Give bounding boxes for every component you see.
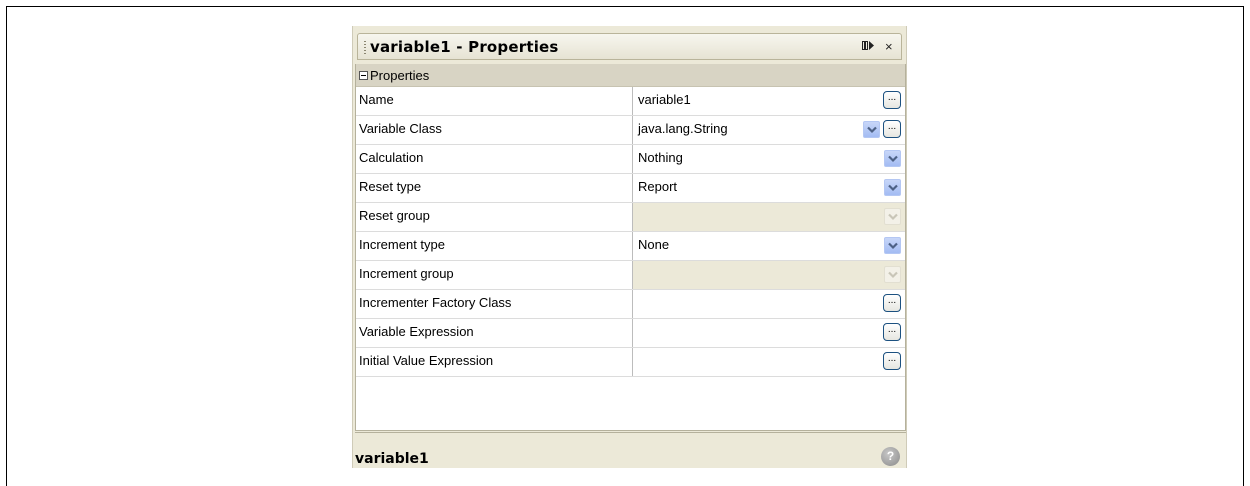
property-name: Incrementer Factory Class <box>356 290 633 318</box>
property-value[interactable]: java.lang.String... <box>633 116 905 144</box>
property-row[interactable]: Increment type None <box>356 232 905 261</box>
property-name: Name <box>356 87 633 115</box>
property-row[interactable]: Variable Expression... <box>356 319 905 348</box>
help-icon[interactable]: ? <box>881 447 900 466</box>
close-icon[interactable]: × <box>885 39 893 54</box>
property-name: Variable Expression <box>356 319 633 347</box>
property-name: Reset type <box>356 174 633 202</box>
property-row[interactable]: Initial Value Expression... <box>356 348 905 377</box>
chevron-down-icon <box>884 208 901 225</box>
ellipsis-button[interactable]: ... <box>883 294 901 312</box>
property-sheet: Properties Name variable1... Variable Clas… <box>355 64 906 431</box>
property-value[interactable]: Report <box>633 174 905 202</box>
property-row[interactable]: Name variable1... <box>356 87 905 116</box>
property-row[interactable]: Reset type Report <box>356 174 905 203</box>
chevron-down-icon[interactable] <box>884 179 901 196</box>
property-name: Calculation <box>356 145 633 173</box>
description-area: variable1 ? <box>355 432 906 468</box>
property-row[interactable]: Increment group <box>356 261 905 290</box>
grip-icon[interactable] <box>364 41 366 54</box>
property-value <box>633 261 905 289</box>
description-title: variable1 <box>355 451 429 467</box>
chevron-down-icon[interactable] <box>884 150 901 167</box>
property-row[interactable]: Reset group <box>356 203 905 232</box>
property-value-text: variable1 <box>638 92 691 107</box>
property-value[interactable]: variable1... <box>633 87 905 115</box>
panel-titlebar[interactable]: variable1 - Properties × <box>357 33 902 60</box>
property-name: Increment group <box>356 261 633 289</box>
chevron-down-icon <box>884 266 901 283</box>
property-value-text: None <box>638 237 670 252</box>
property-value-text: Nothing <box>638 150 683 165</box>
category-label: Properties <box>370 67 430 83</box>
property-value[interactable]: None <box>633 232 905 260</box>
property-value-text: Report <box>638 179 678 194</box>
chevron-down-icon[interactable] <box>884 237 901 254</box>
panel-title: variable1 - Properties <box>370 38 559 56</box>
ellipsis-button[interactable]: ... <box>883 91 901 109</box>
dock-icon[interactable] <box>862 40 875 54</box>
property-value-text: java.lang.String <box>638 121 728 136</box>
property-row[interactable]: Incrementer Factory Class... <box>356 290 905 319</box>
property-row[interactable]: Calculation Nothing <box>356 145 905 174</box>
property-value[interactable]: ... <box>633 290 905 318</box>
chevron-down-icon[interactable] <box>863 121 880 138</box>
property-value[interactable]: Nothing <box>633 145 905 173</box>
property-value[interactable]: ... <box>633 319 905 347</box>
collapse-icon[interactable] <box>359 70 368 80</box>
ellipsis-button[interactable]: ... <box>883 120 901 138</box>
property-name: Initial Value Expression <box>356 348 633 376</box>
property-value[interactable]: ... <box>633 348 905 376</box>
category-properties[interactable]: Properties <box>356 64 905 87</box>
property-row[interactable]: Variable Class java.lang.String... <box>356 116 905 145</box>
ellipsis-button[interactable]: ... <box>883 352 901 370</box>
ellipsis-button[interactable]: ... <box>883 323 901 341</box>
property-name: Reset group <box>356 203 633 231</box>
property-name: Variable Class <box>356 116 633 144</box>
property-name: Increment type <box>356 232 633 260</box>
properties-panel: variable1 - Properties × Properties Name… <box>352 26 907 468</box>
property-value <box>633 203 905 231</box>
